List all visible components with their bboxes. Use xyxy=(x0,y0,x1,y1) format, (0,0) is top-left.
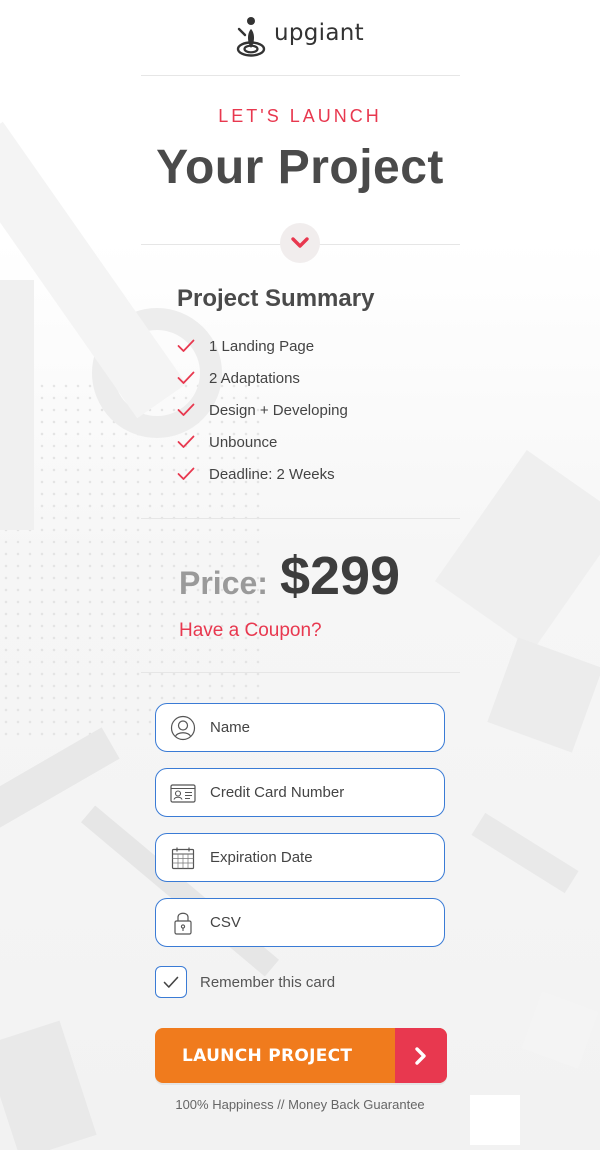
lock-icon xyxy=(169,909,197,937)
list-item-label: Deadline: 2 Weeks xyxy=(209,465,335,483)
list-item: Design + Developing xyxy=(177,394,348,426)
divider xyxy=(141,672,460,673)
price-label: Price: xyxy=(179,565,268,601)
list-item: 1 Landing Page xyxy=(177,330,348,362)
divider xyxy=(141,75,460,76)
card-number-input[interactable] xyxy=(210,784,430,801)
check-icon xyxy=(177,467,195,480)
expiration-field[interactable] xyxy=(155,833,445,882)
cta-arrow-box xyxy=(395,1028,447,1083)
name-field[interactable] xyxy=(155,703,445,752)
guarantee-text: 100% Happiness // Money Back Guarantee xyxy=(175,1097,425,1112)
coupon-link[interactable]: Have a Coupon? xyxy=(179,620,322,642)
check-icon xyxy=(177,339,195,352)
brand-name: upgiant xyxy=(274,20,364,46)
id-card-icon xyxy=(169,779,197,807)
remember-card-label: Remember this card xyxy=(200,973,336,991)
list-item-label: 1 Landing Page xyxy=(209,337,315,355)
remember-card-row[interactable]: Remember this card xyxy=(155,966,335,998)
csv-field[interactable] xyxy=(155,898,445,947)
check-icon xyxy=(177,371,195,384)
brand-logo[interactable]: upgiant xyxy=(236,14,364,58)
expiration-input[interactable] xyxy=(210,849,430,866)
chevron-right-icon xyxy=(415,1046,426,1065)
list-item: 2 Adaptations xyxy=(177,362,348,394)
check-icon xyxy=(177,435,195,448)
calendar-icon xyxy=(169,844,197,872)
list-item: Unbounce xyxy=(177,426,348,458)
rocket-target-icon xyxy=(236,17,266,57)
launch-project-button[interactable]: LAUNCH PROJECT xyxy=(155,1028,447,1083)
user-icon xyxy=(169,714,197,742)
page-title: Your Project xyxy=(156,141,444,194)
divider xyxy=(141,518,460,519)
check-icon xyxy=(163,976,179,988)
hero-eyebrow: LET'S LAUNCH xyxy=(218,106,382,126)
remember-card-checkbox[interactable] xyxy=(155,966,187,998)
summary-title: Project Summary xyxy=(177,285,375,312)
scroll-down-button[interactable] xyxy=(280,223,320,263)
summary-list: 1 Landing Page 2 Adaptations Design + De… xyxy=(177,330,348,490)
list-item: Deadline: 2 Weeks xyxy=(177,458,348,490)
list-item-label: Design + Developing xyxy=(209,401,348,419)
check-icon xyxy=(177,403,195,416)
price-row: Price: $299 xyxy=(179,545,400,607)
csv-input[interactable] xyxy=(210,914,430,931)
chevron-down-icon xyxy=(291,237,309,248)
launch-project-label: LAUNCH PROJECT xyxy=(182,1045,353,1066)
card-number-field[interactable] xyxy=(155,768,445,817)
name-input[interactable] xyxy=(210,719,430,736)
list-item-label: Unbounce xyxy=(209,433,278,451)
list-item-label: 2 Adaptations xyxy=(209,369,300,387)
price-value: $299 xyxy=(279,546,401,606)
